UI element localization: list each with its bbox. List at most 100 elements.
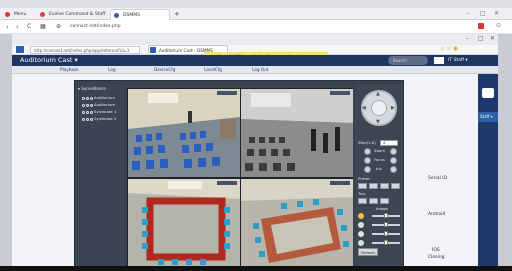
contrast-slider[interactable] (372, 222, 400, 227)
inner-maximize-button[interactable]: □ (478, 35, 484, 42)
bookmark-heart-icon[interactable] (478, 23, 484, 29)
slider-knob[interactable] (384, 231, 388, 236)
zoom-in-button[interactable] (390, 148, 397, 155)
tab-favicon-icon (5, 12, 10, 17)
checkbox-icon[interactable] (82, 117, 85, 121)
outer-tab-dsmms[interactable]: DSMMS (110, 9, 170, 20)
tab-favicon-icon (150, 47, 156, 53)
arrow-down-icon[interactable]: ▼ (376, 119, 380, 125)
iris-close-button[interactable] (364, 166, 371, 173)
camera-view-4[interactable] (241, 179, 353, 267)
zoom-out-button[interactable] (364, 148, 371, 155)
inner-minimize-button[interactable]: – (466, 35, 469, 42)
grid-icon[interactable]: ▦ (40, 22, 46, 32)
contrast-icon (358, 222, 364, 228)
outer-close-button[interactable]: ✕ (494, 9, 499, 18)
slider-knob[interactable] (384, 222, 388, 227)
nav-devicecfg[interactable]: DeviceCfg (154, 66, 175, 74)
checkbox-icon[interactable] (82, 96, 85, 100)
checkbox-icon[interactable] (82, 110, 85, 114)
ptz-speed-select[interactable]: 4 (380, 140, 398, 146)
camera-status-badge (330, 91, 350, 95)
checkbox-icon[interactable] (86, 117, 89, 121)
arrow-left-icon[interactable]: ◀ (362, 105, 366, 111)
platform-label: Android (428, 212, 446, 217)
preset-set-button[interactable] (380, 183, 389, 189)
camera-1-scene (128, 89, 240, 177)
checkbox-icon[interactable] (86, 110, 89, 114)
tree-item[interactable]: Auditorium (82, 102, 115, 108)
ios-label: IOS (432, 248, 440, 253)
camera-icon (90, 117, 93, 121)
tree-item[interactable]: Auditorium (82, 95, 115, 101)
brightness-icon (358, 213, 364, 219)
focus-near-button[interactable] (364, 157, 371, 164)
ptz-joystick-center[interactable] (371, 100, 387, 116)
camera-view-3[interactable] (128, 179, 240, 267)
nav-logout[interactable]: Log Out (252, 66, 268, 74)
hue-icon (358, 240, 364, 246)
image-label: Image (376, 206, 388, 211)
favorites-icons[interactable]: ☆☆◉ (440, 45, 459, 52)
camera-4-scene (241, 179, 353, 267)
camera-icon (90, 96, 93, 100)
menu-icon[interactable]: ⊙ (496, 22, 501, 29)
arrow-right-icon[interactable]: ▶ (391, 105, 395, 111)
hue-slider[interactable] (372, 240, 400, 245)
camera-status-badge (217, 91, 237, 95)
inner-url-field[interactable]: http://connect.net/index.php/app/externa… (30, 46, 140, 54)
tree-item[interactable]: Syndicate 2 (82, 116, 116, 122)
nav-log[interactable]: Log (108, 66, 115, 74)
checkbox-icon[interactable] (86, 103, 89, 107)
site-info-icon[interactable]: ⊕ (56, 22, 61, 32)
outer-tab-evolve[interactable]: Evolve Command & Staff (37, 9, 109, 20)
camera-view-2[interactable] (241, 89, 353, 177)
app-title[interactable]: Auditorium Cast ▾ (20, 55, 78, 66)
outer-minimize-button[interactable]: – (466, 9, 469, 18)
tour-label: Tour (358, 191, 366, 196)
sidebar-home-icon[interactable] (482, 88, 494, 98)
checkbox-icon[interactable] (82, 103, 85, 107)
outer-tab-menu[interactable]: Menu (2, 9, 36, 20)
preset-call-button[interactable] (369, 183, 378, 189)
focus-far-button[interactable] (390, 157, 397, 164)
tree-item[interactable]: Syndicate 1 (82, 109, 116, 115)
nav-localcfg[interactable]: LocalCfg (204, 66, 222, 74)
default-button[interactable]: Default (358, 248, 378, 256)
tree-header[interactable]: ▾ Surveillance (78, 86, 106, 92)
new-tab-icon[interactable]: + (174, 9, 180, 19)
slider-knob[interactable] (384, 240, 388, 245)
outer-tab-label: Menu (14, 12, 27, 17)
preset-delete-button[interactable] (391, 183, 400, 189)
tour-start-button[interactable] (369, 198, 378, 204)
camera-status-badge (330, 181, 350, 185)
reload-icon[interactable]: C (27, 22, 31, 32)
tab-favicon-icon (114, 13, 119, 18)
checkbox-icon[interactable] (86, 96, 89, 100)
camera-3-scene (128, 179, 240, 267)
arrow-up-icon[interactable]: ▲ (376, 91, 380, 97)
outer-maximize-button[interactable]: □ (480, 9, 486, 18)
tree-header-label: Surveillance (81, 86, 106, 91)
avatar[interactable] (434, 57, 444, 64)
forward-icon[interactable]: › (16, 22, 19, 32)
preset-select[interactable] (358, 183, 367, 189)
ptz-speed-label: Step(1-8) (358, 140, 376, 145)
tour-stop-button[interactable] (380, 198, 389, 204)
camera-2-scene (241, 89, 353, 177)
right-sidebar-tab[interactable]: Staff ▾ (478, 112, 498, 122)
iris-open-button[interactable] (390, 166, 397, 173)
slider-knob[interactable] (384, 213, 388, 218)
iris-label: Iris (376, 166, 382, 171)
inner-close-button[interactable]: ✕ (490, 35, 495, 42)
nav-playback[interactable]: Playback (60, 66, 79, 74)
back-icon[interactable]: ‹ (6, 22, 9, 32)
closing-label: Closing (428, 255, 445, 260)
app-search-input[interactable]: Search (388, 56, 428, 65)
user-menu[interactable]: IT Staff ▾ (448, 56, 468, 65)
saturation-slider[interactable] (372, 231, 400, 236)
tour-select[interactable] (358, 198, 367, 204)
brightness-slider[interactable] (372, 213, 400, 218)
camera-view-1[interactable] (128, 89, 240, 177)
outer-url-text[interactable]: connect.net/index.php (70, 23, 210, 31)
